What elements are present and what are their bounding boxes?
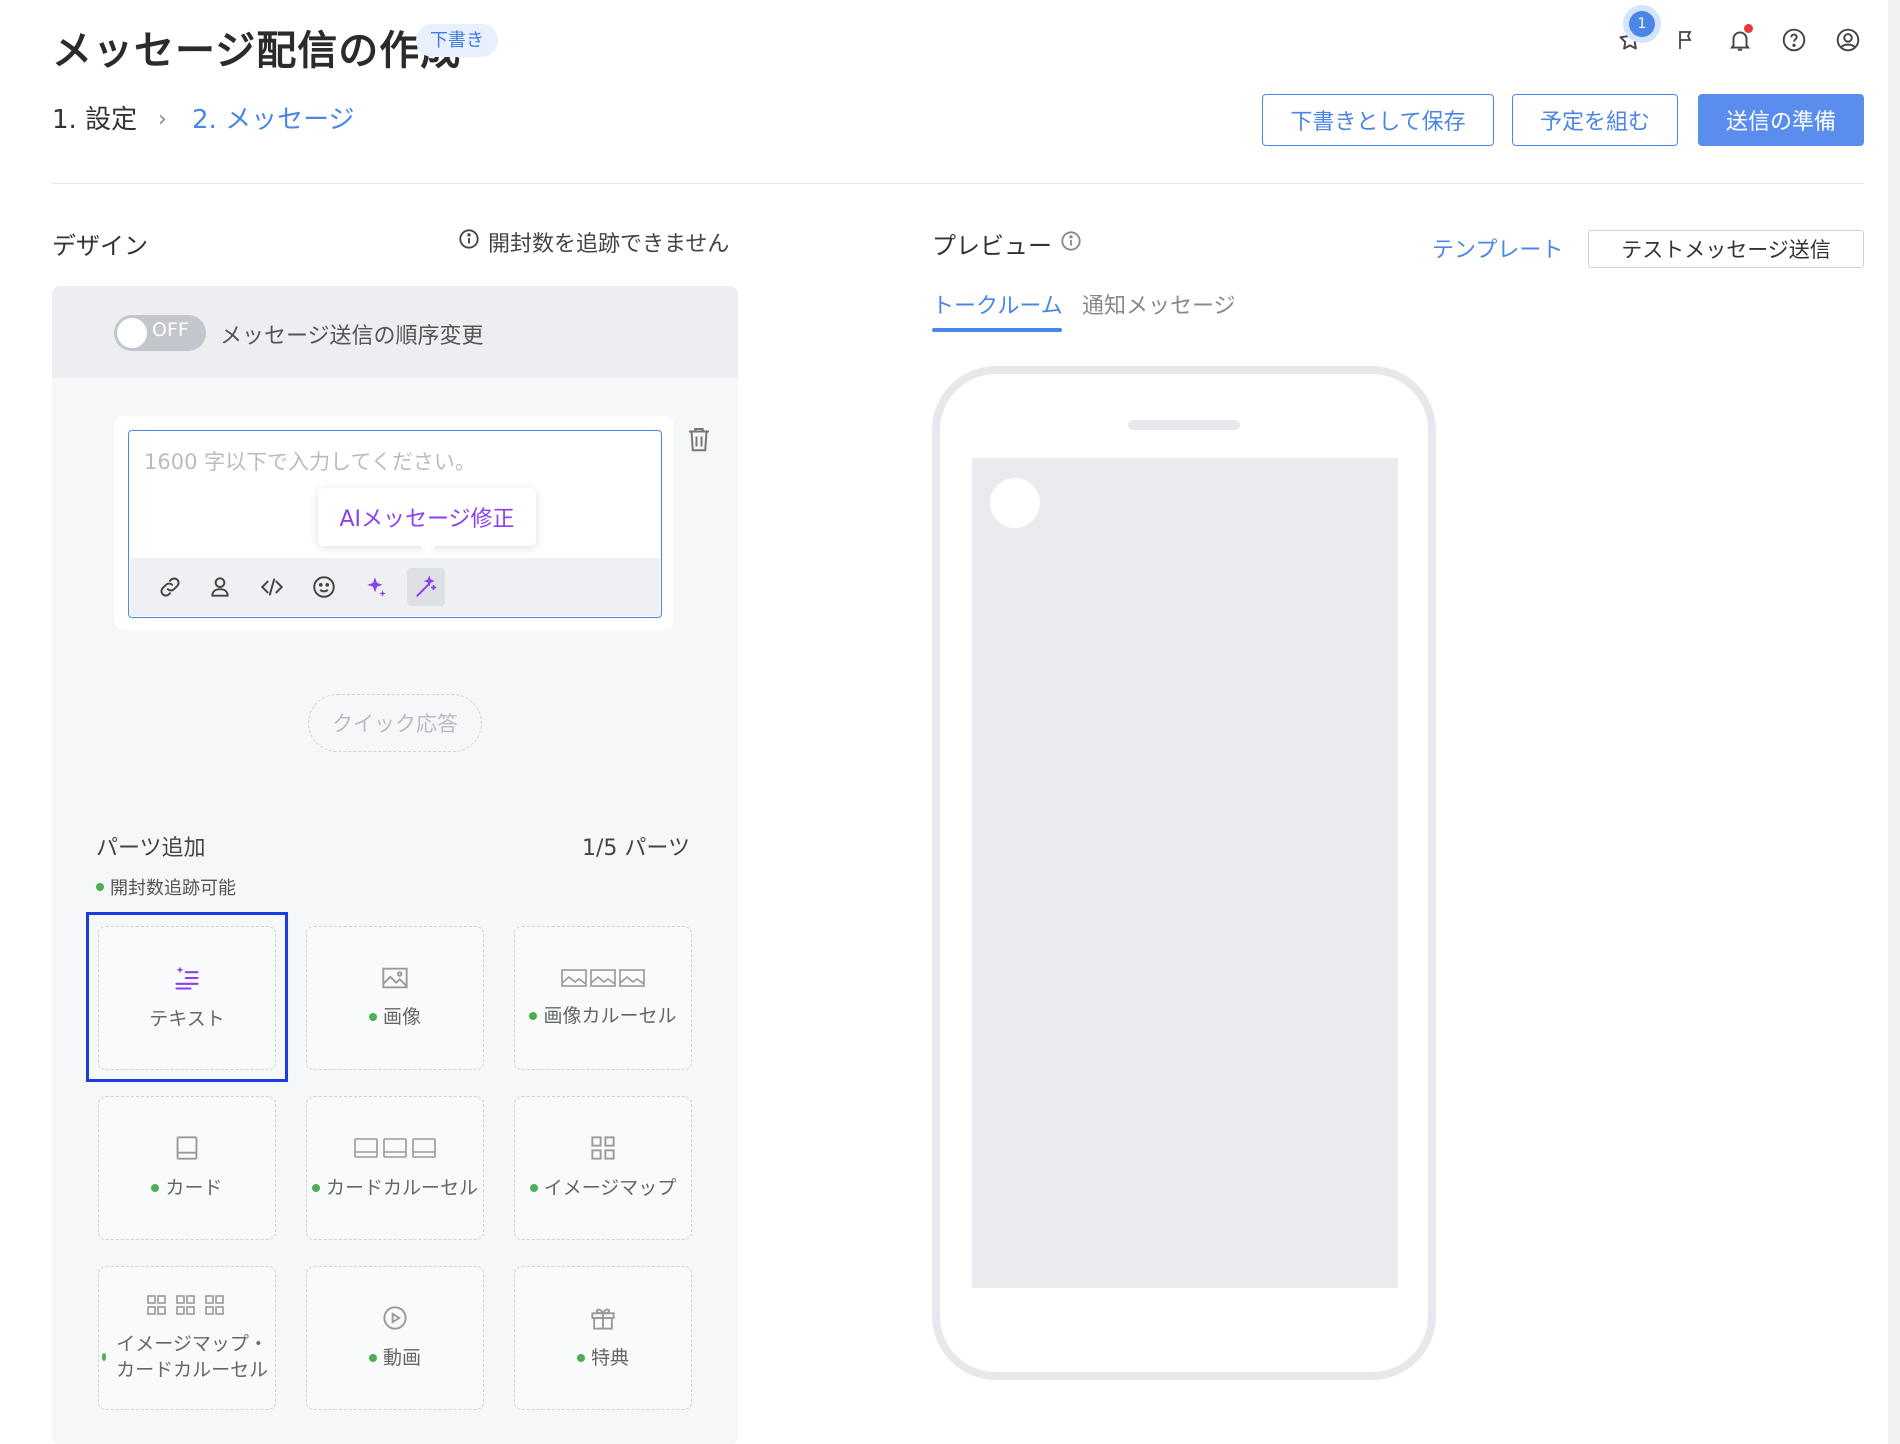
template-link[interactable]: テンプレート [1432,232,1563,264]
toggle-knob [117,318,147,348]
imagemap-card-carousel-icon [146,1293,228,1321]
part-label: カードカルーセル [325,1177,478,1199]
page-title: メッセージ配信の作成 [52,28,462,74]
part-label: イメージマップ・カードカルーセル [116,1333,269,1381]
trackable-legend: 開封数追跡可能 [96,874,236,900]
avatar [990,478,1040,528]
image-icon [381,966,409,994]
preview-title: プレビュー [932,232,1052,260]
page-scrollbar[interactable] [1888,0,1900,1444]
schedule-button[interactable]: 予定を組む [1512,94,1678,146]
part-label: 画像カルーセル [543,1005,677,1027]
trackable-dot [576,1354,585,1362]
save-draft-button[interactable]: 下書きとして保存 [1262,94,1494,146]
ai-sparkle-icon[interactable] [356,568,394,606]
test-message-button[interactable]: テストメッセージ送信 [1588,230,1864,268]
part-card-carousel[interactable]: カードカルーセル [306,1096,484,1240]
open-tracking-note: 開封数を追跡できません [458,226,729,258]
tooltip-arrow [418,544,438,554]
part-label: イメージマップ [543,1177,677,1199]
part-image-carousel[interactable]: 画像カルーセル [514,926,692,1070]
part-label: カード [165,1177,223,1199]
trackable-dot [311,1184,320,1192]
step-message[interactable]: 2. メッセージ [192,100,355,140]
part-label: 画像 [382,1006,421,1028]
imagemap-icon [590,1135,616,1165]
parts-add-title: パーツ追加 [96,836,206,861]
card-icon [175,1135,199,1165]
trackable-dot [368,1354,377,1362]
info-icon [458,228,480,256]
notification-count-badge: 1 [1629,11,1655,37]
video-icon [382,1305,408,1335]
delete-icon[interactable] [684,424,714,458]
part-label: 動画 [382,1347,421,1369]
prepare-send-button[interactable]: 送信の準備 [1698,94,1864,146]
trackable-dot [529,1012,538,1020]
selected-part-outline [86,912,288,1082]
header-divider [52,183,1864,184]
emoji-icon[interactable] [305,568,343,606]
part-imagemap[interactable]: イメージマップ [514,1096,692,1240]
trackable-legend-text: 開封数追跡可能 [110,878,236,899]
open-tracking-note-text: 開封数を追跡できません [488,232,730,257]
toggle-state: OFF [152,319,189,341]
code-icon[interactable] [253,568,291,606]
step-separator: › [158,107,167,132]
part-video[interactable]: 動画 [306,1266,484,1410]
phone-preview-screen [972,458,1398,1288]
trackable-dot [151,1184,160,1192]
tab-notification-message[interactable]: 通知メッセージ [1082,288,1236,320]
status-badge: 下書き [416,24,498,57]
quick-reply-button[interactable]: クイック応答 [308,694,482,752]
part-label: 特典 [590,1347,629,1369]
design-title: デザイン [52,232,148,260]
help-icon[interactable] [1776,22,1812,58]
trackable-dot [529,1184,538,1192]
preview-header: プレビュー [932,226,1082,261]
part-image[interactable]: 画像 [306,926,484,1070]
step-settings[interactable]: 1. 設定 [52,100,137,140]
message-input-placeholder: 1600 字以下で入力してください。 [144,450,476,474]
gift-icon [590,1305,616,1335]
reorder-label: メッセージ送信の順序変更 [220,324,484,349]
card-carousel-icon [353,1135,437,1165]
link-icon[interactable] [151,568,189,606]
image-carousel-icon [561,967,645,993]
notification-dot [1744,24,1753,33]
trackable-dot [368,1013,377,1021]
user-icon[interactable] [201,568,239,606]
parts-count: 1/5 パーツ [582,836,690,861]
flag-icon[interactable] [1668,22,1704,58]
active-tab-indicator [932,328,1062,332]
phone-speaker [1128,420,1240,430]
part-card[interactable]: カード [98,1096,276,1240]
trackable-dot [102,1353,107,1361]
account-icon[interactable] [1830,22,1866,58]
part-gift[interactable]: 特典 [514,1266,692,1410]
trackable-dot [96,883,104,891]
tab-talk-room[interactable]: トークルーム [932,288,1063,320]
ai-edit-wand-icon[interactable] [407,568,445,606]
ai-edit-tooltip: AIメッセージ修正 [318,488,536,546]
part-imagemap-card-carousel[interactable]: イメージマップ・カードカルーセル [98,1266,276,1410]
info-icon[interactable] [1060,230,1082,258]
